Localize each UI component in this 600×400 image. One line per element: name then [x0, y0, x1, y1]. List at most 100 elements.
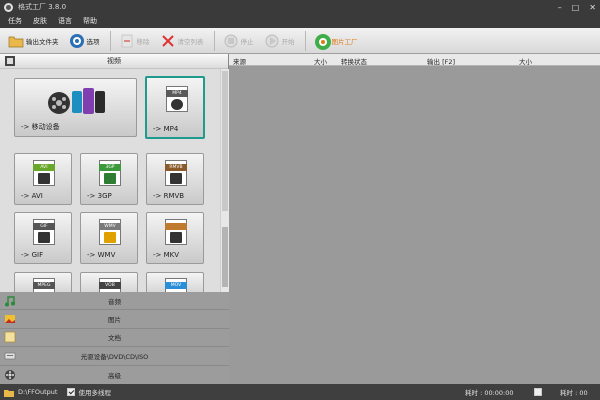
category-label: 音频: [108, 297, 121, 306]
3gp-file-icon: 3GP: [99, 160, 121, 186]
format-tile-wmv[interactable]: WMV -> WMV: [80, 212, 138, 264]
minimize-button[interactable]: –: [558, 3, 562, 12]
multithread-checkbox[interactable]: [67, 388, 76, 396]
app-action-button[interactable]: 图片工厂: [314, 33, 358, 50]
stop-button[interactable]: 停止: [223, 33, 254, 49]
menu-language[interactable]: 语言: [58, 16, 72, 26]
toolbar: 输出文件夹 选项 移除 清空列表 停止 开始 图片工厂: [0, 28, 600, 54]
clear-icon: [160, 33, 176, 49]
start-button[interactable]: 开始: [264, 33, 295, 49]
video-category-header[interactable]: 视频: [0, 54, 228, 69]
start-icon: [264, 33, 280, 49]
status-bar: D:\FFOutput 使用多线程 耗时 : 00:00:00 耗时 : 00: [0, 384, 600, 400]
app-action-label: 图片工厂: [331, 37, 358, 46]
gif-file-icon: GIF: [33, 219, 55, 245]
format-tile-mp4[interactable]: MP4 -> MP4: [145, 76, 205, 139]
output-folder-label: 输出文件夹: [26, 37, 59, 46]
tile-badge: WMV: [99, 223, 121, 230]
shutdown-checkbox[interactable]: [534, 388, 542, 396]
advanced-reel-icon: [4, 369, 16, 381]
format-tile-mkv[interactable]: -> MKV: [146, 212, 204, 264]
scrollbar-track: [222, 227, 228, 287]
tile-badge: MPEG: [33, 282, 55, 289]
category-panel: 视频 -> 移动设备 MP4 -> MP4 AVI -> AVI 3GP -> …: [0, 54, 229, 384]
mov-file-icon: MOV: [165, 278, 187, 292]
mpeg-file-icon: MPEG: [33, 278, 55, 292]
column-header-output-size[interactable]: 大小: [519, 56, 532, 66]
mp4-file-icon: MP4: [166, 86, 188, 112]
column-header-output[interactable]: 输出 [F2]: [427, 56, 455, 66]
disc-drive-icon: [4, 350, 16, 362]
format-tile-3gp[interactable]: 3GP -> 3GP: [80, 153, 138, 205]
format-tile-rmvb[interactable]: RMVB -> RMVB: [146, 153, 204, 205]
close-button[interactable]: ✕: [589, 3, 596, 12]
category-label: 光驱设备\DVD\CD\ISO: [80, 352, 149, 361]
picture-factory-icon: [314, 33, 331, 50]
clear-list-label: 清空列表: [177, 37, 204, 46]
column-header-source[interactable]: 来源: [233, 56, 246, 66]
tile-badge: VOB: [99, 282, 121, 289]
category-optical-drive[interactable]: 光驱设备\DVD\CD\ISO: [0, 347, 229, 366]
film-reel-icon: [171, 99, 183, 110]
format-tile-mpeg[interactable]: MPEG: [14, 272, 72, 292]
video-icon: [4, 55, 16, 67]
options-gear-icon: [69, 33, 85, 49]
remove-button[interactable]: 移除: [119, 33, 150, 49]
column-header-status[interactable]: 转换状态: [341, 56, 367, 66]
category-image[interactable]: 图片: [0, 310, 229, 329]
wmv-file-icon: WMV: [99, 219, 121, 245]
tile-badge: RMVB: [165, 164, 187, 171]
film-strip-icon: [38, 232, 50, 243]
task-list-header: 来源 大小 转换状态 输出 [F2] 大小: [229, 54, 600, 66]
music-note-icon: [4, 295, 16, 307]
maximize-button[interactable]: □: [572, 3, 580, 12]
title-bar: 格式工厂 3.8.0 – □ ✕: [0, 0, 600, 14]
scrollbar-thumb[interactable]: [222, 71, 228, 211]
menu-help[interactable]: 帮助: [83, 16, 97, 26]
format-tile-mov[interactable]: MOV: [146, 272, 204, 292]
tile-badge: 3GP: [99, 164, 121, 171]
vob-file-icon: VOB: [99, 278, 121, 292]
format-tile-gif[interactable]: GIF -> GIF: [14, 212, 72, 264]
category-document[interactable]: 文档: [0, 329, 229, 348]
tile-label: -> WMV: [87, 251, 116, 259]
menu-task[interactable]: 任务: [8, 16, 22, 26]
window-controls: – □ ✕: [558, 0, 596, 14]
options-button[interactable]: 选项: [69, 33, 100, 49]
film-strip-icon: [170, 232, 182, 243]
elapsed-time: 耗时 : 00:00:00: [465, 389, 514, 397]
stop-label: 停止: [240, 37, 254, 46]
phone-icon: [104, 173, 116, 184]
tile-label: -> 移动设备: [21, 123, 60, 131]
stop-icon: [223, 33, 239, 49]
column-header-size[interactable]: 大小: [314, 56, 327, 66]
remove-icon: [119, 33, 135, 49]
menu-bar: 任务 皮肤 语言 帮助: [0, 14, 600, 28]
tile-label: -> MKV: [153, 251, 180, 259]
tile-label: -> MP4: [153, 125, 179, 133]
category-audio[interactable]: 音频: [0, 292, 229, 311]
menu-skin[interactable]: 皮肤: [33, 16, 47, 26]
document-icon: [4, 331, 16, 343]
toolbar-divider: [213, 30, 215, 51]
film-strip-icon: [38, 173, 50, 184]
task-list[interactable]: 来源 大小 转换状态 输出 [F2] 大小: [229, 54, 600, 384]
format-tile-vob[interactable]: VOB: [80, 272, 138, 292]
category-label: 高级: [108, 371, 121, 380]
clear-list-button[interactable]: 清空列表: [160, 33, 204, 49]
tile-badge: GIF: [33, 223, 55, 230]
tile-label: -> GIF: [21, 251, 44, 259]
format-tile-mobile[interactable]: -> 移动设备: [14, 78, 137, 137]
app-logo-icon: [4, 2, 13, 12]
format-grid-scrollbar[interactable]: [220, 69, 229, 292]
output-folder-button[interactable]: 输出文件夹: [8, 33, 59, 49]
output-path[interactable]: D:\FFOutput: [18, 388, 57, 396]
video-category-label: 视频: [107, 57, 121, 65]
tile-label: -> RMVB: [153, 192, 185, 200]
avi-file-icon: AVI: [33, 160, 55, 186]
window-title: 格式工厂 3.8.0: [18, 3, 67, 11]
format-tile-avi[interactable]: AVI -> AVI: [14, 153, 72, 205]
start-label: 开始: [281, 37, 295, 46]
category-advanced[interactable]: 高级: [0, 366, 229, 384]
options-label: 选项: [86, 37, 100, 46]
